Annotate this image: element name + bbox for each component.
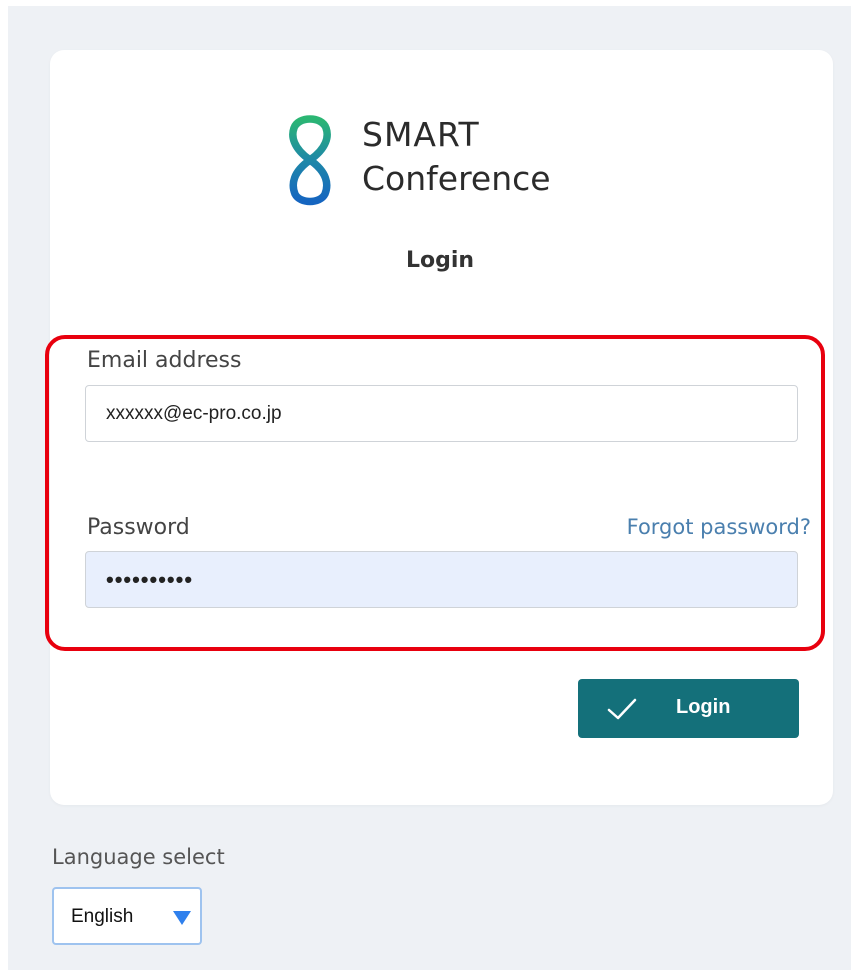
password-label: Password (87, 515, 190, 540)
password-field[interactable]: •••••••••• (85, 551, 798, 608)
email-field-value: xxxxxx@ec-pro.co.jp (106, 402, 282, 424)
infinity-eight-logo-icon (289, 115, 331, 206)
brand-logo: SMART Conference (285, 108, 615, 208)
login-button-label: Login (676, 696, 731, 718)
email-field[interactable]: xxxxxx@ec-pro.co.jp (85, 385, 798, 442)
language-selected-value: English (71, 906, 134, 927)
page-title: Login (405, 248, 475, 273)
password-field-value: •••••••••• (106, 566, 194, 592)
language-select-label: Language select (52, 845, 225, 869)
check-icon (607, 698, 637, 720)
login-button[interactable]: Login (578, 679, 799, 738)
caret-down-icon (173, 911, 191, 925)
language-select[interactable]: English (52, 887, 202, 945)
forgot-password-link[interactable]: Forgot password? (627, 515, 811, 539)
email-label: Email address (87, 348, 242, 373)
brand-name-line1: SMART (362, 115, 480, 154)
brand-name-line2: Conference (362, 159, 551, 198)
